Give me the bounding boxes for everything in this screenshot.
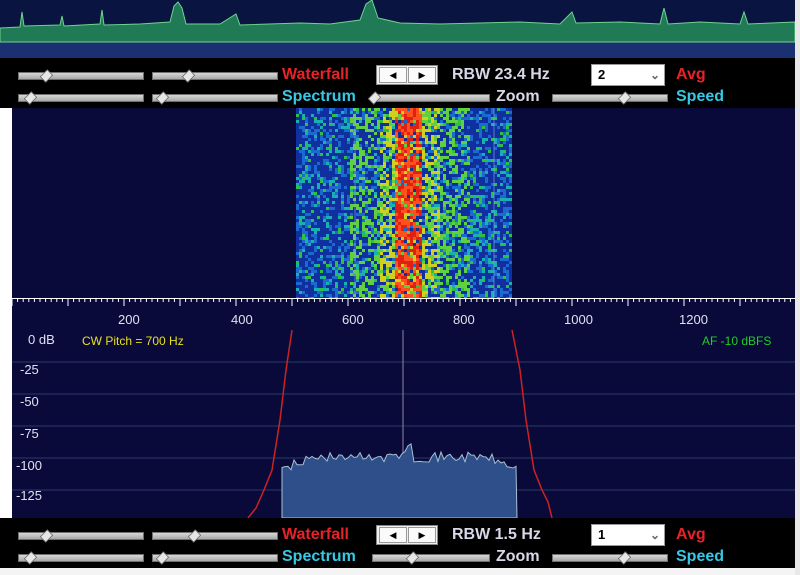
waterfall-gain-slider-2[interactable] xyxy=(18,529,144,543)
cw-pitch-readout: CW Pitch = 700 Hz xyxy=(82,334,184,348)
slider-thumb[interactable] xyxy=(39,529,54,543)
avg-select-2[interactable]: 1 ⌄ xyxy=(591,524,665,546)
freq-tick-200: 200 xyxy=(118,312,140,327)
speed-slider-2[interactable] xyxy=(552,551,668,565)
freq-tick-800: 800 xyxy=(453,312,475,327)
avg-value-2: 1 xyxy=(598,527,606,542)
zoom-slider-2[interactable] xyxy=(372,551,490,565)
db-label-25: -25 xyxy=(20,362,39,377)
top-mini-spectrum xyxy=(0,0,795,58)
freq-tick-1000: 1000 xyxy=(564,312,593,327)
spectrum-gain-slider-2[interactable] xyxy=(18,551,144,565)
db-label-0: 0 dB xyxy=(28,332,55,347)
waterfall-contrast-slider[interactable] xyxy=(152,69,278,83)
zoom-label-2: Zoom xyxy=(496,548,540,565)
chevron-down-icon: ⌄ xyxy=(649,528,660,542)
slider-thumb[interactable] xyxy=(617,91,632,105)
scrollbar[interactable] xyxy=(795,0,800,575)
speed-label: Speed xyxy=(676,88,725,105)
bottom-control-strip: Waterfall ◀ ▶ RBW 1.5 Hz 1 ⌄ Avg Spectru… xyxy=(0,518,795,568)
speed-label-2: Speed xyxy=(676,548,725,565)
waterfall-label: Waterfall xyxy=(282,66,349,83)
spectrum-contrast-slider-2[interactable] xyxy=(152,551,278,565)
zoom-label: Zoom xyxy=(496,88,540,105)
spectrum-label-2: Spectrum xyxy=(282,548,356,565)
arrow-left-icon[interactable]: ◀ xyxy=(379,527,407,543)
db-label-50: -50 xyxy=(20,394,39,409)
af-level-readout: AF -10 dBFS xyxy=(702,334,772,348)
slider-thumb[interactable] xyxy=(405,551,420,565)
slider-thumb[interactable] xyxy=(181,69,196,83)
freq-tick-600: 600 xyxy=(342,312,364,327)
top-control-strip: Waterfall ◀ ▶ RBW 23.4 Hz 2 ⌄ Avg Spectr… xyxy=(0,58,795,108)
freq-tick-400: 400 xyxy=(231,312,253,327)
zoom-slider[interactable] xyxy=(367,91,490,105)
waterfall-label-2: Waterfall xyxy=(282,526,349,543)
slider-thumb[interactable] xyxy=(155,91,170,105)
waterfall-spinner[interactable]: ◀ ▶ xyxy=(376,65,438,85)
avg-value: 2 xyxy=(598,67,606,82)
waterfall-spinner-2[interactable]: ◀ ▶ xyxy=(376,525,438,545)
spectrum-display[interactable]: 0 dB -25 -50 -75 -100 -125 CW Pitch = 70… xyxy=(12,330,795,518)
frequency-axis: 200 400 600 800 1000 1200 xyxy=(11,298,795,330)
avg-select[interactable]: 2 ⌄ xyxy=(591,64,665,86)
rbw-label-2: RBW 1.5 Hz xyxy=(452,526,541,543)
slider-thumb[interactable] xyxy=(23,91,38,105)
slider-thumb[interactable] xyxy=(367,91,382,105)
arrow-left-icon[interactable]: ◀ xyxy=(379,67,407,83)
freq-tick-1200: 1200 xyxy=(679,312,708,327)
waterfall-contrast-slider-2[interactable] xyxy=(152,529,278,543)
status-strip xyxy=(0,568,795,575)
db-label-125: -125 xyxy=(16,488,43,503)
slider-thumb[interactable] xyxy=(39,69,54,83)
waterfall-display[interactable] xyxy=(12,108,795,298)
slider-thumb[interactable] xyxy=(155,551,170,565)
arrow-right-icon[interactable]: ▶ xyxy=(408,67,436,83)
rbw-label: RBW 23.4 Hz xyxy=(452,66,550,83)
speed-slider[interactable] xyxy=(552,91,668,105)
spectrum-gain-slider[interactable] xyxy=(18,91,144,105)
slider-thumb[interactable] xyxy=(187,529,202,543)
spectrum-contrast-slider[interactable] xyxy=(152,91,278,105)
avg-label-2: Avg xyxy=(676,526,706,543)
slider-thumb[interactable] xyxy=(23,551,38,565)
waterfall-pixels xyxy=(296,108,512,298)
slider-thumb[interactable] xyxy=(617,551,632,565)
arrow-right-icon[interactable]: ▶ xyxy=(408,527,436,543)
db-label-100: -100 xyxy=(16,458,43,473)
chevron-down-icon: ⌄ xyxy=(649,68,660,82)
waterfall-gain-slider[interactable] xyxy=(18,69,144,83)
avg-label: Avg xyxy=(676,66,706,83)
db-label-75: -75 xyxy=(20,426,39,441)
noise-spectrum xyxy=(281,443,518,518)
spectrum-label: Spectrum xyxy=(282,88,356,105)
